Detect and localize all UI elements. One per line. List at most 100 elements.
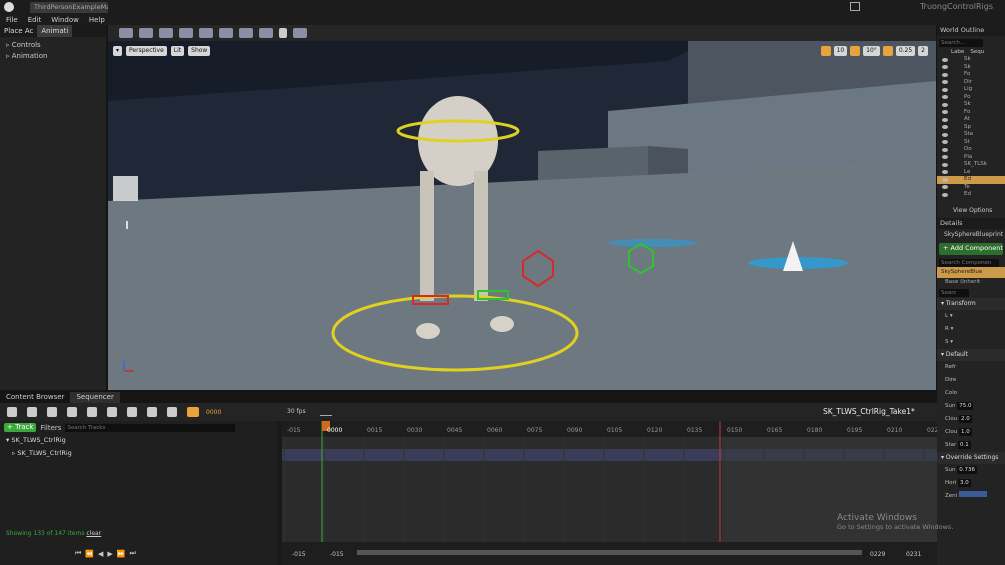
curve-editor-icon[interactable] — [320, 408, 332, 416]
location-row[interactable]: L ▾ — [937, 310, 1005, 323]
search-tracks-input[interactable]: Search Tracks — [65, 423, 236, 432]
viewport-menu-button[interactable]: ▾ — [113, 46, 123, 56]
build-icon[interactable] — [239, 28, 253, 38]
window-controls[interactable] — [850, 2, 860, 11]
outliner-row[interactable]: Pla — [937, 154, 1005, 162]
tab-content-browser[interactable]: Content Browser — [0, 392, 70, 403]
section-animation[interactable]: ▹ Animation — [0, 50, 106, 63]
current-frame[interactable]: 0000 — [206, 409, 221, 416]
zenith-color-swatch[interactable] — [958, 491, 987, 497]
range-end[interactable]: 0231 — [906, 551, 921, 558]
outliner-row[interactable]: Fo — [937, 71, 1005, 79]
component-search[interactable]: Search Componen — [937, 257, 1005, 267]
outliner-row[interactable]: Lig — [937, 86, 1005, 94]
marketplace-icon[interactable] — [159, 28, 173, 38]
default-header[interactable]: ▾ Default — [937, 349, 1005, 361]
cinematics-icon[interactable] — [219, 28, 233, 38]
grid-snap-value[interactable]: 10 — [833, 46, 848, 56]
document-tab[interactable]: ThirdPersonExampleMap* — [30, 2, 108, 13]
outliner-row[interactable]: Do — [937, 146, 1005, 154]
column-sequence[interactable]: Sequ — [970, 49, 984, 55]
horizon-value[interactable]: 3.0 — [958, 479, 971, 487]
outliner-row[interactable]: Ed — [937, 176, 1005, 184]
visibility-eye-icon[interactable] — [942, 72, 948, 77]
refresh-row[interactable]: Refr — [937, 361, 1005, 374]
column-label[interactable]: Labe — [951, 49, 964, 55]
range-start-view[interactable]: -015 — [330, 551, 344, 558]
directional-row[interactable]: Dire — [937, 374, 1005, 387]
visibility-eye-icon[interactable] — [942, 57, 948, 62]
tab-place-actors[interactable]: Place Ac — [0, 25, 37, 37]
clear-link[interactable]: clear — [86, 530, 101, 537]
jump-end-icon[interactable]: ⏭ — [130, 549, 136, 558]
perspective-button[interactable]: Perspective — [126, 46, 167, 56]
colors-row[interactable]: Colo — [937, 387, 1005, 400]
stars-row[interactable]: Star 0.1 — [937, 439, 1005, 452]
menu-edit[interactable]: Edit — [28, 16, 42, 24]
visibility-eye-icon[interactable] — [942, 132, 948, 137]
details-search[interactable]: Searc — [937, 287, 1005, 298]
visibility-eye-icon[interactable] — [942, 177, 948, 182]
key-icon[interactable] — [147, 407, 157, 417]
scale-row[interactable]: S ▾ — [937, 336, 1005, 349]
outliner-row[interactable]: Sk — [937, 101, 1005, 109]
angle-snap-icon[interactable] — [850, 46, 861, 56]
filters-button[interactable]: Filters — [40, 424, 61, 432]
save-sequence-icon[interactable] — [7, 407, 17, 417]
outliner-row[interactable]: St — [937, 139, 1005, 147]
next-key-icon[interactable]: ⏩ — [117, 550, 126, 558]
outliner-row[interactable]: Sk — [937, 56, 1005, 64]
outliner-search[interactable]: Search... — [937, 36, 1005, 47]
outliner-row[interactable]: Sp — [937, 124, 1005, 132]
add-component-button[interactable]: + Add Component — [939, 243, 1003, 255]
play-reverse-icon[interactable]: ◀ — [98, 550, 103, 558]
cloud-opacity-value[interactable]: 1.0 — [958, 428, 972, 436]
show-button[interactable]: Show — [188, 46, 211, 56]
camera-speed-value[interactable]: 2 — [918, 46, 928, 56]
visibility-eye-icon[interactable] — [942, 65, 948, 69]
visibility-eye-icon[interactable] — [942, 80, 948, 84]
transform-header[interactable]: ▾ Transform — [937, 298, 1005, 310]
lit-button[interactable]: Lit — [170, 46, 185, 56]
add-track-button[interactable]: + Track — [4, 423, 37, 432]
zenith-row[interactable]: Zeni — [937, 490, 1005, 503]
horizon-row[interactable]: Hori 3.0 — [937, 477, 1005, 490]
cloud-speed-row[interactable]: Clou 2.0 — [937, 413, 1005, 426]
visibility-eye-icon[interactable] — [942, 147, 948, 152]
outliner-row[interactable]: Dir — [937, 79, 1005, 87]
find-icon[interactable] — [27, 407, 37, 417]
camera-icon[interactable] — [67, 407, 77, 417]
launch-icon[interactable] — [293, 28, 307, 38]
visibility-eye-icon[interactable] — [942, 125, 948, 129]
outliner-row[interactable]: At — [937, 116, 1005, 124]
scale-snap-icon[interactable] — [882, 46, 893, 56]
cloud-speed-value[interactable]: 2.0 — [958, 415, 972, 423]
override-sun-value[interactable]: 0.736 — [957, 466, 977, 474]
playback-icon[interactable] — [107, 407, 117, 417]
visibility-eye-icon[interactable] — [942, 192, 948, 197]
outliner-row[interactable]: Le — [937, 169, 1005, 177]
scale-snap-value[interactable]: 0.25 — [895, 46, 916, 56]
menu-file[interactable]: File — [6, 16, 18, 24]
tab-sequencer[interactable]: Sequencer — [70, 392, 120, 403]
visibility-eye-icon[interactable] — [942, 117, 948, 122]
magnet-icon[interactable] — [187, 407, 199, 417]
visibility-eye-icon[interactable] — [942, 185, 948, 189]
sun-brightness-row[interactable]: Sun 75.0 — [937, 400, 1005, 413]
menu-window[interactable]: Window — [51, 16, 79, 24]
jump-start-icon[interactable]: ⏮ — [75, 549, 81, 558]
rotation-row[interactable]: R ▾ — [937, 323, 1005, 336]
save-icon[interactable] — [119, 28, 133, 38]
visibility-eye-icon[interactable] — [942, 102, 948, 107]
stars-value[interactable]: 0.1 — [958, 441, 971, 449]
fps-dropdown[interactable]: 30 fps — [287, 408, 306, 415]
track-row[interactable]: ▹ SK_TLWS_CtrlRig — [0, 447, 277, 460]
timeline[interactable]: -015 0000 0015 0030 0045 0060 0075 0090 0105 0120… — [282, 421, 937, 565]
play-icon[interactable]: ▶ — [107, 550, 112, 558]
settings-icon[interactable] — [179, 28, 193, 38]
edit-icon[interactable] — [167, 407, 177, 417]
outliner-row[interactable]: Po — [937, 94, 1005, 102]
play-icon[interactable] — [279, 28, 287, 38]
grid-snap-icon[interactable] — [820, 46, 831, 56]
visibility-eye-icon[interactable] — [942, 110, 948, 114]
